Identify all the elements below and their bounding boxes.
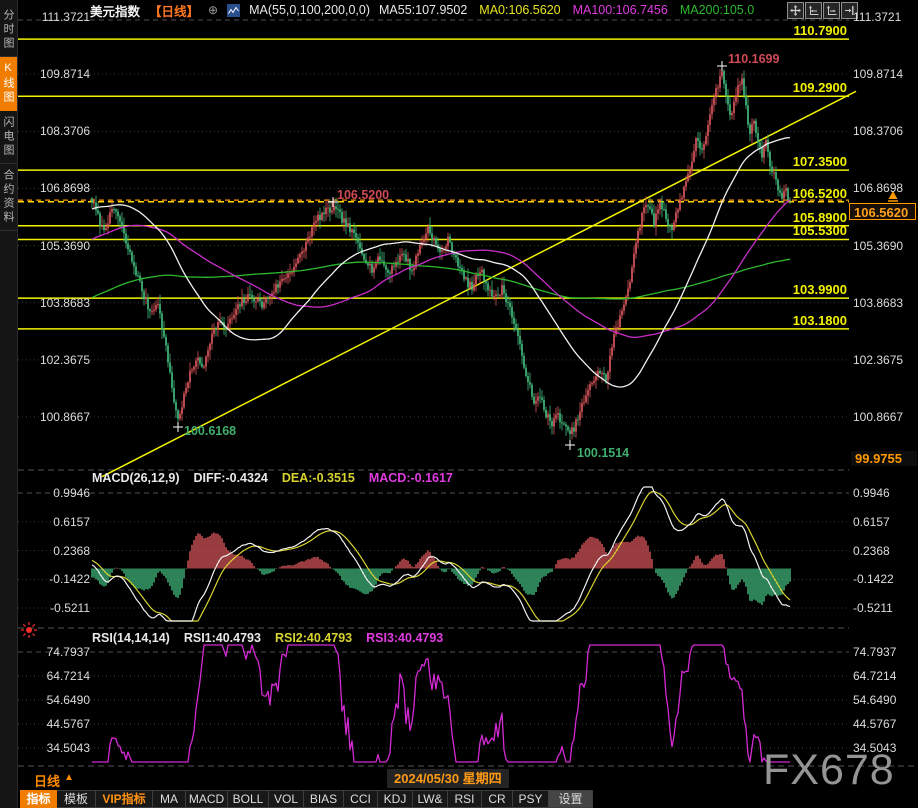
ma-value-3: MA200:105.0 [680,3,754,17]
link-plus-icon[interactable]: ⊕ [208,3,218,17]
sidebar-item-0[interactable]: 分时图 [0,4,17,57]
toolbar-tab-MA[interactable]: MA [153,790,186,808]
axis-scale-right-icon[interactable] [823,2,840,19]
rsi1-value: RSI1:40.4793 [184,631,261,645]
macd-dea-value: DEA:-0.3515 [282,471,355,485]
rsi-title: RSI(14,14,14) [92,631,170,645]
rsi2-value: RSI2:40.4793 [275,631,352,645]
period-label[interactable]: 日线 [34,771,60,790]
chart-type-icon[interactable] [227,4,240,17]
watermark: FX678 [763,746,895,795]
annotation-high: 110.1699 [728,52,779,66]
sidebar-item-2[interactable]: 闪电图 [0,111,17,164]
toolbar-tab-PSY[interactable]: PSY [513,790,549,808]
toolbar-tab-LW&[interactable]: LW& [413,790,448,808]
period-tag: 【日线】 [149,1,199,20]
toolbar-tab-指标[interactable]: 指标 [20,790,57,808]
macd-header: MACD(26,12,9) DIFF:-0.4324 DEA:-0.3515 M… [92,471,453,485]
period-up-arrow-icon[interactable]: ▲ [64,772,74,783]
rsi3-value: RSI3:40.4793 [366,631,443,645]
toolbar-tab-MACD[interactable]: MACD [186,790,228,808]
indicator-toolbar: 指标模板VIP指标MAMACDBOLLVOLBIASCCIKDJLW&RSICR… [20,790,593,808]
current-price-tag: 106.5620 [849,203,916,220]
toolbar-tab-CR[interactable]: CR [482,790,513,808]
rsi-header: RSI(14,14,14) RSI1:40.4793 RSI2:40.4793 … [92,631,443,645]
annotation-resistance: 106.5200 [337,188,389,202]
chart-canvas [0,0,918,808]
toolbar-tab-VIP指标[interactable]: VIP指标 [96,790,153,808]
toolbar-tab-CCI[interactable]: CCI [344,790,378,808]
toolbar-tab-BIAS[interactable]: BIAS [304,790,344,808]
sidebar-item-3[interactable]: 合约资料 [0,164,17,231]
toolbar-tab-RSI[interactable]: RSI [448,790,482,808]
ma-formula: MA(55,0,100,200,0,0) [249,3,370,17]
macd-macd-value: MACD:-0.1617 [369,471,453,485]
toolbar-tab-模板[interactable]: 模板 [57,790,96,808]
sidebar: 分时图K线图闪电图合约资料 [0,0,18,808]
macd-title: MACD(26,12,9) [92,471,180,485]
ma-value-1: MA0:106.5620 [479,3,560,17]
annotation-low: 100.1514 [577,446,629,460]
ma-value-2: MA100:106.7456 [573,3,668,17]
ma-value-0: MA55:107.9502 [379,3,467,17]
trading-app-window: 分时图K线图闪电图合约资料 美元指数 【日线】 ⊕ MA(55,0,100,20… [0,0,918,808]
macd-diff-value: DIFF:-0.4324 [194,471,268,485]
hide-panel-icon[interactable] [841,2,858,19]
toolbar-tab-KDJ[interactable]: KDJ [378,790,413,808]
toolbar-tab-BOLL[interactable]: BOLL [228,790,269,808]
indicator-burst-icon[interactable] [20,621,38,639]
low-price-tag: 99.9755 [851,451,917,466]
crosshair-pan-icon[interactable] [787,2,804,19]
axis-scale-left-icon[interactable] [805,2,822,19]
header-toolbar [786,2,858,19]
selected-date-tag: 2024/05/30 星期四 [387,769,509,788]
sidebar-item-1[interactable]: K线图 [0,57,17,111]
annotation-swing-low: 100.6168 [184,424,236,438]
toolbar-tab-设置[interactable]: 设置 [549,790,593,808]
toolbar-tab-VOL[interactable]: VOL [269,790,304,808]
ma-values: MA55:107.9502 MA0:106.5620 MA100:106.7456 M… [379,3,754,17]
symbol-title: 美元指数 [90,1,140,20]
chart-header: 美元指数 【日线】 ⊕ MA(55,0,100,200,0,0) MA55:10… [90,0,754,20]
